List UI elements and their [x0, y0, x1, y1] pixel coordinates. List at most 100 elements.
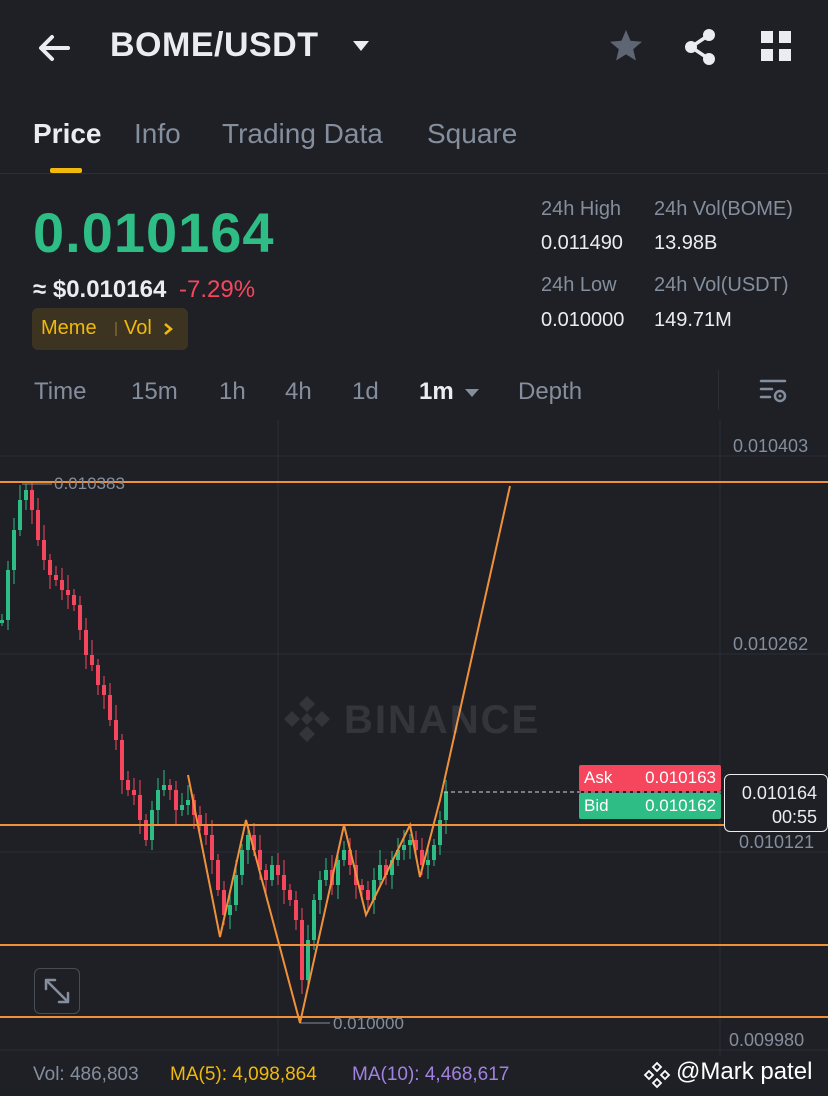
candle	[12, 518, 16, 584]
candle-body	[114, 720, 118, 740]
axis-label: 0.010121	[739, 832, 815, 852]
candle	[108, 683, 112, 726]
ask-bid-panel: Ask 0.010163 Bid 0.010162	[579, 765, 721, 819]
candle	[42, 525, 46, 570]
candle-body	[246, 835, 250, 850]
candle	[372, 868, 376, 914]
caret-down-icon[interactable]	[464, 388, 480, 398]
binance-watermark: BINANCE	[280, 692, 550, 746]
ask-row: Ask 0.010163	[579, 765, 721, 791]
axis-label: 0.010403	[733, 436, 809, 456]
candle	[438, 811, 442, 855]
candle	[54, 566, 58, 586]
candle-body	[282, 875, 286, 890]
candle-body	[72, 595, 76, 605]
tf-depth[interactable]: Depth	[518, 378, 582, 406]
candle-body	[186, 800, 190, 805]
top-bar: BOME/USDT	[0, 0, 828, 96]
candle-body	[402, 845, 406, 850]
candle	[282, 860, 286, 904]
vol-base-label: 24h Vol(BOME)	[654, 198, 793, 220]
grid-icon[interactable]	[760, 30, 792, 62]
tag-meme[interactable]: Meme	[41, 317, 97, 340]
creator-credit: @Mark patel	[676, 1058, 813, 1085]
candle	[270, 856, 274, 886]
candle-body	[210, 835, 214, 860]
candle-body	[120, 740, 124, 780]
candle-body	[432, 845, 436, 860]
candle-body	[342, 850, 346, 860]
candle-body	[180, 805, 184, 810]
bid-row: Bid 0.010162	[579, 793, 721, 819]
candle-body	[168, 785, 172, 790]
candle-body	[204, 825, 208, 835]
share-icon[interactable]	[682, 28, 718, 66]
tag-vol[interactable]: Vol	[124, 317, 152, 340]
candle-body	[234, 875, 238, 905]
candle-body	[102, 685, 106, 695]
candle	[30, 481, 34, 524]
high-label: 24h High	[541, 198, 622, 220]
candle	[186, 785, 190, 815]
candle-body	[96, 665, 100, 685]
low-marker-label: 0.010000	[333, 1014, 404, 1033]
timeframe-bar: Time 15m 1h 4h 1d 1m Depth	[0, 366, 828, 418]
tab-square[interactable]: Square	[427, 118, 517, 150]
chart-settings-icon[interactable]	[758, 376, 788, 406]
caret-down-icon[interactable]	[352, 40, 370, 52]
vol-base-value: 13.98B	[654, 232, 718, 254]
low-label: 24h Low	[541, 274, 617, 296]
divider	[718, 370, 719, 410]
candle	[144, 814, 148, 846]
candle	[174, 781, 178, 824]
watermark-text: BINANCE	[344, 698, 541, 742]
candle-body	[108, 695, 112, 720]
candle-body	[294, 900, 298, 920]
candlestick-chart[interactable]: BINANCE 0.010403 0.010262 0.010121 0.009…	[0, 420, 828, 1056]
tag-chip[interactable]: Meme Vol	[32, 308, 188, 350]
ma10-value: MA(10): 4,468,617	[352, 1064, 510, 1085]
candle-body	[300, 920, 304, 980]
candle-body	[18, 500, 22, 530]
candle	[378, 850, 382, 886]
tf-1h[interactable]: 1h	[219, 378, 246, 406]
candle	[300, 908, 304, 994]
fullscreen-button[interactable]	[34, 968, 80, 1014]
candle-body	[288, 890, 292, 900]
tf-15m[interactable]: 15m	[131, 378, 178, 406]
candle	[84, 618, 88, 669]
candle-countdown: 00:55	[771, 807, 817, 827]
candle	[18, 485, 22, 536]
usd-price: ≈ $0.010164	[33, 276, 167, 303]
candle	[6, 561, 10, 630]
tab-trading-data[interactable]: Trading Data	[222, 118, 383, 150]
candle	[24, 484, 28, 510]
candle	[60, 568, 64, 600]
candle	[342, 841, 346, 866]
star-icon[interactable]	[608, 28, 644, 64]
tf-time[interactable]: Time	[34, 378, 86, 406]
tf-1d[interactable]: 1d	[352, 378, 379, 406]
candle-body	[30, 490, 34, 510]
back-arrow-icon[interactable]	[34, 28, 74, 68]
candle	[132, 778, 136, 805]
candle-body	[174, 790, 178, 810]
candle	[204, 813, 208, 845]
candle	[408, 834, 412, 859]
tab-price[interactable]: Price	[33, 118, 102, 150]
candle-body	[12, 530, 16, 570]
tf-4h[interactable]: 4h	[285, 378, 312, 406]
candle	[324, 858, 328, 886]
candle-body	[270, 865, 274, 880]
pair-title[interactable]: BOME/USDT	[110, 26, 319, 65]
bid-value: 0.010162	[645, 796, 716, 815]
candle	[318, 871, 322, 914]
candle-body	[126, 780, 130, 790]
candle-body	[408, 840, 412, 845]
tf-1m[interactable]: 1m	[419, 378, 454, 406]
candle	[276, 853, 280, 885]
candle	[168, 779, 172, 800]
candle-body	[228, 905, 232, 915]
tab-info[interactable]: Info	[134, 118, 181, 150]
active-tab-indicator	[50, 168, 82, 173]
